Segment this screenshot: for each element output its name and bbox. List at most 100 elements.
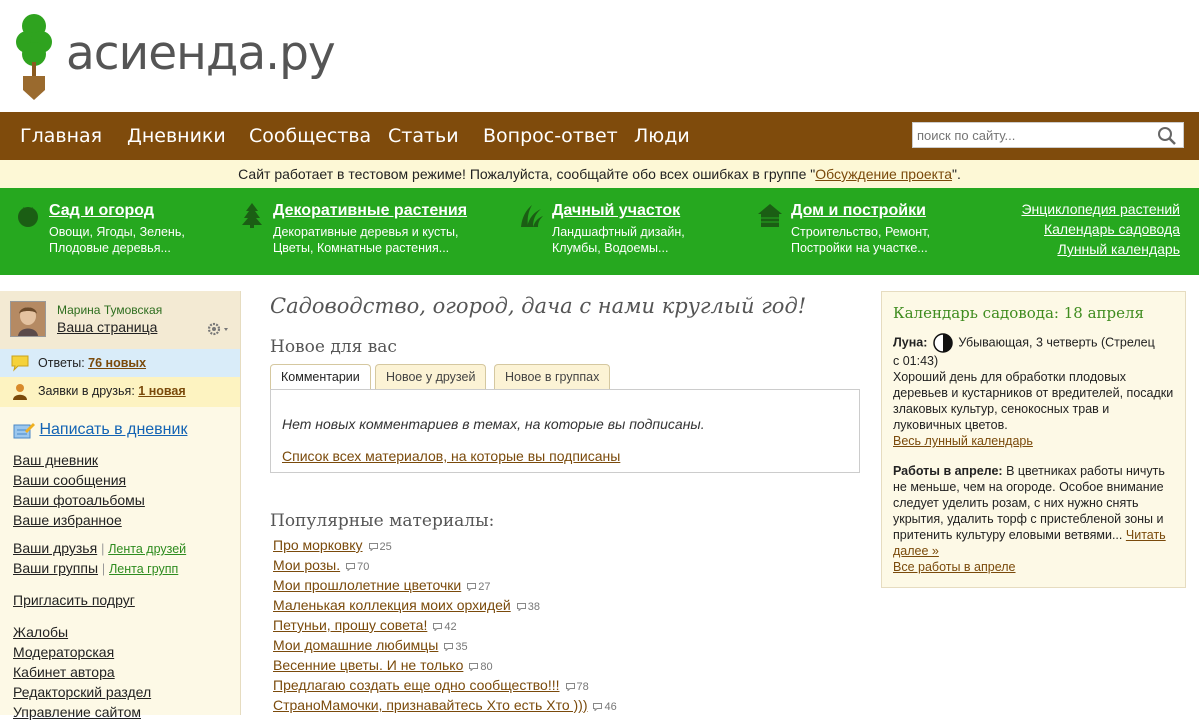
author-cabinet-link[interactable]: Кабинет автора	[13, 664, 115, 680]
comment-icon	[565, 683, 575, 692]
popular-item-link[interactable]: Петуньи, прошу совета!	[273, 617, 427, 633]
no-comments-message: Нет новых комментариев в темах, на котор…	[282, 416, 705, 432]
comment-count-value: 27	[478, 581, 491, 593]
comment-count: 35	[444, 641, 468, 653]
comment-count-value: 80	[480, 661, 493, 673]
comment-icon	[346, 563, 356, 572]
popular-item-link[interactable]: Предлагаю создать еще одно сообщество!!!	[273, 677, 560, 693]
new-for-you-heading: Новое для вас	[270, 337, 397, 357]
tab-panel: Нет новых комментариев в темах, на котор…	[270, 389, 860, 473]
all-april-works-link[interactable]: Все работы в апреле	[893, 560, 1016, 574]
popular-item: Предлагаю создать еще одно сообщество!!!…	[273, 677, 589, 693]
friend-requests-row: Заявки в друзья: 1 новая	[0, 377, 240, 407]
subscriptions-list-link[interactable]: Список всех материалов, на которые вы по…	[282, 448, 620, 464]
nav-qa[interactable]: Вопрос-ответ	[483, 125, 618, 147]
moon-text-2: с 01:43)	[893, 354, 939, 368]
popular-item-link[interactable]: Мои домашние любимцы	[273, 637, 438, 653]
comment-count: 70	[346, 561, 369, 573]
nav-diaries[interactable]: Дневники	[127, 125, 226, 147]
gardener-calendar-box: Календарь садовода: 18 апреля Луна: Убыв…	[881, 291, 1186, 588]
popular-item-link[interactable]: Маленькая коллекция моих орхидей	[273, 597, 511, 613]
tab-friends-new[interactable]: Новое у друзей	[375, 364, 487, 389]
nav-home[interactable]: Главная	[20, 125, 102, 147]
your-messages-link[interactable]: Ваши сообщения	[13, 472, 126, 488]
category-house-link[interactable]: Дом и постройки	[791, 202, 926, 220]
your-groups-link[interactable]: Ваши группы	[13, 560, 98, 576]
user-box: Марина Тумовская Ваша страница	[0, 291, 240, 349]
category-garden-sub: Овощи, Ягоды, Зелень, Плодовые деревья...	[49, 225, 185, 255]
person-icon	[13, 384, 27, 400]
speech-bubble-icon	[11, 355, 29, 372]
user-page-link[interactable]: Ваша страница	[57, 319, 157, 335]
category-decorative-link[interactable]: Декоративные растения	[273, 202, 467, 220]
comment-count: 38	[516, 601, 540, 613]
your-favorites-link[interactable]: Ваше избранное	[13, 512, 122, 528]
avatar[interactable]	[10, 301, 46, 337]
answers-new-link[interactable]: 76 новых	[88, 356, 146, 370]
search-box	[912, 122, 1184, 148]
invite-friends-link[interactable]: Пригласить подруг	[13, 592, 135, 608]
your-diary-link[interactable]: Ваш дневник	[13, 452, 98, 468]
friends-feed-link[interactable]: Лента друзей	[108, 542, 186, 556]
tab-comments[interactable]: Комментарии	[270, 364, 371, 390]
house-icon	[758, 204, 782, 227]
search-icon[interactable]	[1157, 126, 1177, 146]
moon-text: Убывающая, 3 четверть (Стрелец	[958, 335, 1155, 350]
user-name[interactable]: Марина Тумовская	[57, 303, 162, 317]
popular-heading: Популярные материалы:	[270, 511, 495, 531]
site-logo-text[interactable]: асиенда.ру	[66, 26, 336, 81]
your-friends-link[interactable]: Ваши друзья	[13, 540, 97, 556]
category-bar: Сад и огород Овощи, Ягоды, Зелень, Плодов…	[0, 188, 1199, 275]
tab-groups-new[interactable]: Новое в группах	[494, 364, 611, 389]
works-label: Работы в апреле:	[893, 464, 1003, 478]
full-lunar-calendar-link[interactable]: Весь лунный календарь	[893, 434, 1033, 448]
groups-feed-link[interactable]: Лента групп	[109, 562, 178, 576]
day-text: Хороший день для обработки плодовых дере…	[893, 370, 1174, 432]
popular-item: Весенние цветы. И не только 80	[273, 657, 493, 673]
search-input[interactable]	[913, 123, 1151, 147]
popular-item-link[interactable]: Весенние цветы. И не только	[273, 657, 463, 673]
nav-communities[interactable]: Сообщества	[249, 125, 371, 147]
comment-icon	[593, 703, 603, 712]
comment-count: 80	[469, 661, 493, 673]
lunar-calendar-link[interactable]: Лунный календарь	[1057, 241, 1180, 257]
gear-icon[interactable]	[206, 321, 230, 337]
category-garden-link[interactable]: Сад и огород	[49, 202, 154, 220]
comment-count-value: 25	[379, 541, 392, 553]
nav-articles[interactable]: Статьи	[388, 125, 459, 147]
nav-people[interactable]: Люди	[634, 125, 690, 147]
popular-item-link[interactable]: Про морковку	[273, 537, 363, 553]
tomato-icon	[18, 207, 38, 227]
requests-new-link[interactable]: 1 новая	[138, 384, 185, 398]
popular-item-link[interactable]: Мои прошлолетние цветочки	[273, 577, 461, 593]
gardener-calendar-link[interactable]: Календарь садовода	[1044, 221, 1180, 237]
popular-item-link[interactable]: Мои розы.	[273, 557, 340, 573]
complaints-link[interactable]: Жалобы	[13, 624, 68, 640]
comment-count: 42	[433, 621, 457, 633]
moon-label: Луна:	[893, 335, 928, 350]
plant-encyclopedia-link[interactable]: Энциклопедия растений	[1021, 201, 1180, 217]
category-plot-link[interactable]: Дачный участок	[552, 202, 680, 220]
popular-item: Про морковку 25	[273, 537, 392, 553]
comment-icon	[444, 643, 454, 652]
moderator-link[interactable]: Модераторская	[13, 644, 114, 660]
tree-shovel-logo-icon[interactable]	[14, 12, 54, 102]
grass-icon	[521, 205, 543, 227]
write-diary-link[interactable]: Написать в дневник	[39, 421, 187, 438]
popular-item-link[interactable]: СтраноМамочки, признавайтесь Хто есть Хт…	[273, 697, 587, 713]
fir-tree-icon	[242, 203, 262, 228]
editor-section-link[interactable]: Редакторский раздел	[13, 684, 151, 700]
write-diary: Написать в дневник	[13, 421, 187, 439]
popular-item: Петуньи, прошу совета! 42	[273, 617, 457, 633]
notice-text-end: ".	[951, 166, 961, 182]
popular-item: Мои прошлолетние цветочки 27	[273, 577, 490, 593]
project-discussion-link[interactable]: Обсуждение проекта	[815, 166, 952, 182]
moon-info: Луна: Убывающая, 3 четверть (Стрелец с 0…	[893, 333, 1176, 449]
moon-phase-icon	[933, 333, 953, 353]
site-management-link[interactable]: Управление сайтом	[13, 704, 141, 720]
comment-count-value: 46	[604, 701, 617, 713]
your-albums-link[interactable]: Ваши фотоальбомы	[13, 492, 145, 508]
comment-count-value: 38	[527, 601, 540, 613]
groups-line: Ваши группы | Лента групп	[13, 560, 179, 576]
comment-icon	[467, 583, 477, 592]
